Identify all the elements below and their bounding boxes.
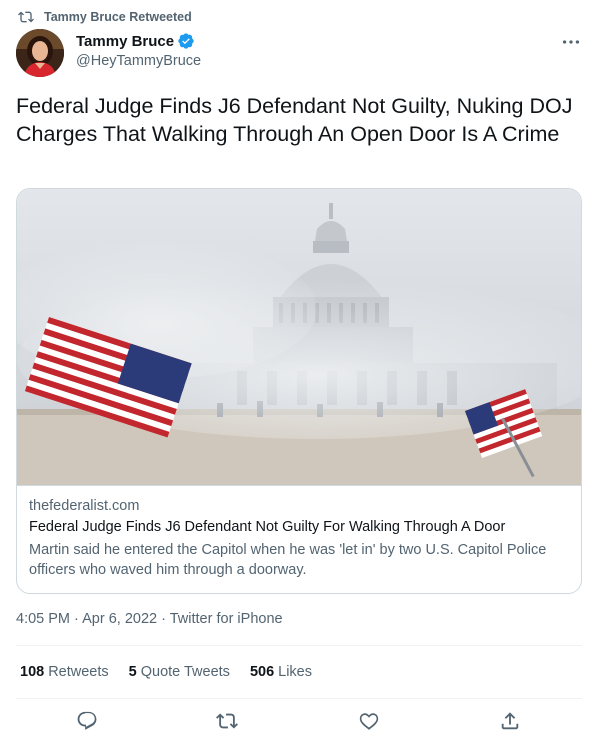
reply-icon[interactable]: [76, 710, 98, 732]
like-icon[interactable]: [358, 710, 380, 732]
tweet-time[interactable]: 4:05 PM: [16, 611, 70, 627]
tweet-metadata: 4:05 PM · Apr 6, 2022 · Twitter for iPho…: [16, 611, 283, 627]
retweet-label: Tammy Bruce Retweeted: [44, 10, 192, 24]
retweets-label: Retweets: [48, 664, 109, 680]
divider: [16, 698, 582, 699]
meta-separator: ·: [74, 611, 79, 627]
quote-tweets-count: 5: [128, 664, 137, 680]
author-name-text: Tammy Bruce: [76, 32, 175, 50]
meta-separator: ·: [161, 611, 166, 627]
tweet-stats: 108 Retweets 5 Quote Tweets 506 Likes: [20, 664, 332, 680]
author-name[interactable]: Tammy Bruce: [76, 32, 195, 50]
verified-badge-icon: [178, 33, 194, 49]
avatar[interactable]: [16, 29, 64, 77]
card-domain: thefederalist.com: [29, 498, 140, 514]
retweet-icon[interactable]: [216, 710, 238, 732]
card-description: Martin said he entered the Capitol when …: [29, 542, 547, 578]
tweet-text: Federal Judge Finds J6 Defendant Not Gui…: [16, 94, 573, 146]
tweet-actions: [16, 700, 582, 744]
retweet-icon: [18, 11, 34, 23]
card-image: [17, 189, 581, 485]
retweets-count: 108: [20, 664, 45, 680]
more-options-icon[interactable]: [560, 31, 582, 53]
link-card[interactable]: thefederalist.com Federal Judge Finds J6…: [16, 188, 582, 594]
author-handle[interactable]: @HeyTammyBruce: [76, 53, 201, 69]
likes-label: Likes: [278, 664, 312, 680]
retweets-stat[interactable]: 108 Retweets: [20, 664, 109, 680]
quote-tweets-label: Quote Tweets: [140, 664, 230, 680]
retweet-context[interactable]: Tammy Bruce Retweeted: [18, 8, 192, 26]
likes-stat[interactable]: 506 Likes: [250, 664, 312, 680]
card-title: Federal Judge Finds J6 Defendant Not Gui…: [29, 519, 506, 535]
likes-count: 506: [249, 664, 275, 680]
share-icon[interactable]: [499, 710, 521, 732]
quote-tweets-stat[interactable]: 5 Quote Tweets: [129, 664, 230, 680]
card-body[interactable]: thefederalist.com Federal Judge Finds J6…: [17, 485, 581, 593]
tweet-source[interactable]: Twitter for iPhone: [170, 611, 283, 627]
tweet-date[interactable]: Apr 6, 2022: [82, 611, 157, 627]
divider: [16, 645, 582, 646]
